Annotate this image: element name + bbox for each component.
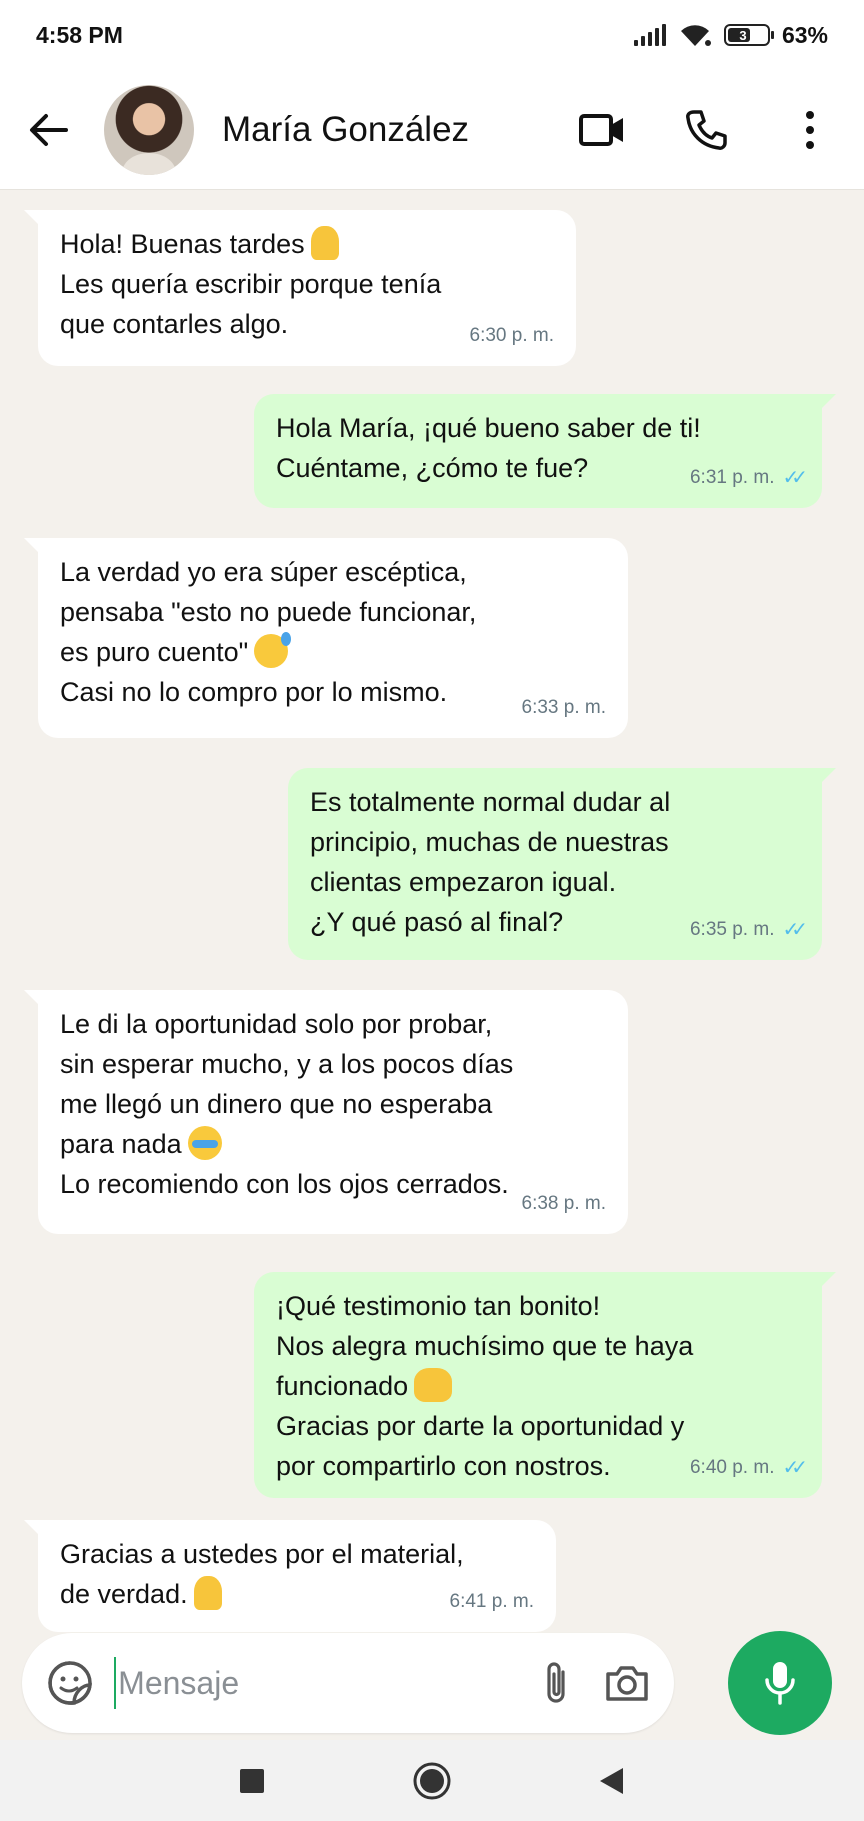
message-composer	[22, 1633, 674, 1733]
message-meta: 6:38 p. m.	[522, 1184, 607, 1224]
message-bubble-incoming[interactable]: Gracias a ustedes por el material, de ve…	[24, 1520, 556, 1632]
message-text: principio, muchas de nuestras	[310, 827, 669, 857]
message-time: 6:38 p. m.	[521, 1193, 607, 1214]
pray-emoji-icon	[193, 1576, 222, 1610]
sticker-button[interactable]	[46, 1654, 94, 1712]
back-button[interactable]	[18, 100, 78, 160]
back-arrow-icon	[30, 113, 68, 146]
battery-badge: 3	[739, 27, 747, 43]
raising-hands-emoji-icon	[414, 1368, 453, 1402]
more-options-button[interactable]	[778, 98, 842, 162]
status-bar: 4:58 PM 3 63%	[0, 0, 864, 70]
battery-percent: 63%	[781, 21, 828, 48]
read-ticks-icon: ✓✓	[782, 467, 807, 489]
video-call-button[interactable]	[570, 98, 634, 162]
message-text: Es totalmente normal dudar al	[310, 787, 671, 817]
message-text: Les quería escribir porque tenía	[60, 269, 442, 299]
voice-message-button[interactable]	[728, 1631, 832, 1735]
battery-icon: 3	[723, 24, 774, 46]
message-bubble-incoming[interactable]: Le di la oportunidad solo por probar, si…	[24, 990, 628, 1234]
message-text: Nos alegra muchísimo que te haya	[276, 1331, 694, 1361]
back-triangle-icon	[600, 1767, 623, 1794]
chat-header: María González	[0, 70, 864, 190]
message-time: 6:31 p. m.	[689, 467, 775, 488]
status-icons: 3 63%	[633, 21, 828, 49]
message-text: sin esperar mucho, y a los pocos días	[60, 1049, 514, 1079]
message-time: 6:35 p. m.	[689, 919, 775, 940]
system-nav-bar	[0, 1740, 864, 1821]
attach-icon	[547, 1662, 565, 1703]
wifi-icon	[680, 25, 711, 46]
message-text: Gracias por darte la oportunidad y	[276, 1411, 685, 1441]
message-bubble-outgoing[interactable]: Es totalmente normal dudar al principio,…	[288, 768, 836, 960]
message-text: para nada	[60, 1124, 606, 1164]
message-time: 6:33 p. m.	[521, 697, 607, 718]
message-text: Hola María, ¡qué bueno saber de ti!	[276, 413, 701, 443]
message-meta: 6:41 p. m.	[450, 1582, 535, 1622]
message-time: 6:30 p. m.	[469, 325, 555, 346]
message-text: clientas empezaron igual.	[310, 867, 617, 897]
voice-call-button[interactable]	[674, 98, 738, 162]
recents-square-icon	[240, 1768, 264, 1793]
message-bubble-outgoing[interactable]: ¡Qué testimonio tan bonito! Nos alegra m…	[254, 1272, 836, 1498]
read-ticks-icon: ✓✓	[782, 1457, 807, 1479]
more-vert-icon	[806, 110, 814, 149]
message-text: Hola! Buenas tardes	[60, 224, 554, 264]
message-meta: 6:40 p. m. ✓✓	[689, 1448, 808, 1488]
contact-name[interactable]: María González	[222, 110, 570, 150]
chat-messages: Hola! Buenas tardes Les quería escribir …	[0, 190, 864, 1632]
loudly-crying-emoji-icon	[187, 1126, 222, 1160]
signal-icon	[633, 24, 666, 46]
attach-button[interactable]	[538, 1658, 574, 1708]
message-text: ¡Qué testimonio tan bonito!	[276, 1291, 601, 1321]
video-call-icon	[579, 113, 623, 146]
message-text: funcionado	[276, 1366, 800, 1406]
message-bubble-incoming[interactable]: Hola! Buenas tardes Les quería escribir …	[24, 210, 576, 366]
camera-icon	[606, 1666, 648, 1701]
message-text: La verdad yo era súper escéptica,	[60, 557, 467, 587]
message-text: Le di la oportunidad solo por probar,	[60, 1009, 493, 1039]
avatar[interactable]	[104, 84, 194, 175]
recents-button[interactable]	[227, 1756, 277, 1806]
message-text: me llegó un dinero que no esperaba	[60, 1089, 493, 1119]
message-meta: 6:31 p. m. ✓✓	[689, 458, 808, 498]
status-time: 4:58 PM	[36, 21, 123, 48]
mic-icon	[765, 1662, 795, 1705]
message-text: es puro cuento"	[60, 632, 606, 672]
phone-icon	[686, 109, 727, 150]
message-meta: 6:33 p. m.	[522, 688, 607, 728]
sticker-icon	[48, 1661, 92, 1705]
message-meta: 6:30 p. m.	[470, 316, 555, 356]
message-text: pensaba "esto no puede funcionar,	[60, 597, 477, 627]
camera-button[interactable]	[604, 1655, 650, 1711]
message-text: Gracias a ustedes por el material,	[60, 1539, 464, 1569]
sweat-smile-emoji-icon	[254, 632, 292, 668]
home-circle-icon	[413, 1762, 451, 1799]
message-time: 6:41 p. m.	[449, 1591, 535, 1612]
message-meta: 6:35 p. m. ✓✓	[689, 910, 808, 950]
home-button[interactable]	[407, 1756, 457, 1806]
back-button-nav[interactable]	[587, 1756, 637, 1806]
text-caret	[114, 1657, 117, 1709]
message-time: 6:40 p. m.	[689, 1457, 775, 1478]
read-ticks-icon: ✓✓	[782, 919, 807, 941]
pray-emoji-icon	[310, 226, 339, 260]
message-input[interactable]	[118, 1664, 539, 1702]
message-bubble-outgoing[interactable]: Hola María, ¡qué bueno saber de ti! Cuén…	[254, 394, 836, 508]
message-bubble-incoming[interactable]: La verdad yo era súper escéptica, pensab…	[24, 538, 628, 738]
